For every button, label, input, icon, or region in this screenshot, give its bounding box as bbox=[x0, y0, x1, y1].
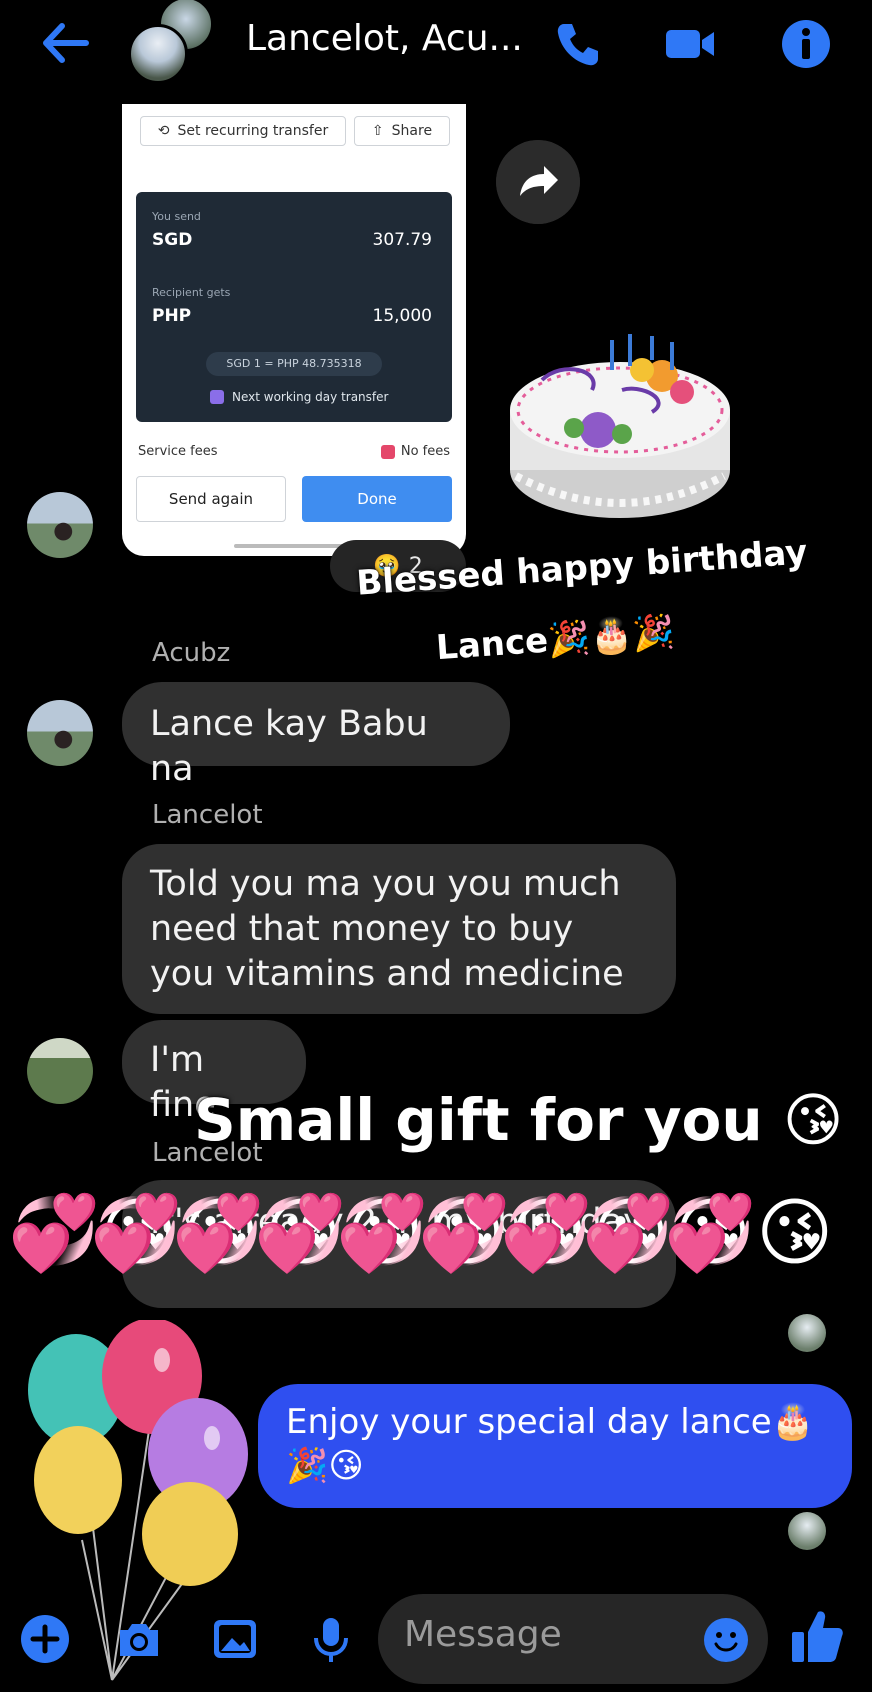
video-call-icon[interactable] bbox=[664, 18, 716, 70]
info-icon[interactable] bbox=[780, 18, 832, 70]
you-send-label: You send bbox=[152, 210, 201, 223]
message-bubble[interactable]: Lance kay Babu na bbox=[122, 682, 510, 789]
no-fees-value: No fees bbox=[380, 444, 450, 459]
avatar[interactable] bbox=[27, 492, 93, 558]
transfer-receipt-image[interactable]: ⟲ Set recurring transfer ⇧ Share You sen… bbox=[122, 104, 466, 556]
avatar[interactable] bbox=[27, 1038, 93, 1104]
phone-icon[interactable] bbox=[552, 18, 604, 70]
recipient-currency: PHP bbox=[152, 306, 192, 326]
transfer-summary-panel: You send SGD 307.79 Recipient gets PHP 1… bbox=[136, 192, 452, 422]
sender-name: Lancelot bbox=[152, 800, 263, 830]
service-fees-label: Service fees bbox=[138, 444, 218, 459]
back-arrow-icon[interactable] bbox=[38, 18, 90, 68]
birthday-overlay-line-2: Lance🎉🎂🎉 bbox=[434, 611, 677, 669]
message-input-placeholder: Message bbox=[404, 1614, 562, 1655]
seen-avatar bbox=[788, 1512, 826, 1550]
group-avatar[interactable] bbox=[128, 0, 224, 86]
send-amount: 307.79 bbox=[372, 230, 432, 250]
message-input[interactable]: Message bbox=[378, 1594, 768, 1684]
avatar bbox=[788, 1314, 826, 1352]
forward-icon[interactable] bbox=[496, 140, 580, 224]
microphone-icon[interactable] bbox=[306, 1614, 356, 1664]
fee-badge-icon bbox=[380, 444, 395, 459]
avatar bbox=[128, 24, 188, 84]
chat-title[interactable]: Lancelot, Acu... bbox=[246, 18, 523, 59]
gallery-icon[interactable] bbox=[210, 1614, 260, 1664]
send-currency: SGD bbox=[152, 230, 193, 250]
plus-icon[interactable] bbox=[20, 1614, 70, 1664]
avatar[interactable] bbox=[27, 700, 93, 766]
thumbs-up-icon[interactable] bbox=[790, 1606, 844, 1666]
repeat-icon: ⟲ bbox=[157, 123, 170, 139]
recipient-amount: 15,000 bbox=[372, 306, 432, 326]
gift-overlay-text: Small gift for you 😘 bbox=[194, 1086, 844, 1154]
share-button: ⇧ Share bbox=[354, 116, 450, 146]
next-working-day-note: Next working day transfer bbox=[210, 390, 388, 404]
sender-name: Acubz bbox=[152, 638, 231, 668]
bolt-icon bbox=[210, 390, 224, 404]
message-bubble[interactable]: Told you ma you you much need that money… bbox=[122, 844, 676, 1014]
recipient-gets-label: Recipient gets bbox=[152, 286, 231, 299]
exchange-rate: SGD 1 = PHP 48.735318 bbox=[206, 352, 382, 376]
share-icon: ⇧ bbox=[371, 123, 384, 139]
birthday-cake-sticker bbox=[510, 334, 730, 518]
kiss-emoji-sticker: 💞😘 bbox=[664, 1190, 834, 1276]
emoji-icon[interactable] bbox=[702, 1616, 750, 1664]
done-button: Done bbox=[302, 476, 452, 522]
set-recurring-transfer-button: ⟲ Set recurring transfer bbox=[140, 116, 346, 146]
camera-icon[interactable] bbox=[114, 1614, 164, 1664]
my-message-bubble[interactable]: Enjoy your special day lance🎂🎉😘 bbox=[258, 1384, 852, 1508]
chat-header: Lancelot, Acu... bbox=[0, 0, 872, 90]
send-again-button: Send again bbox=[136, 476, 286, 522]
